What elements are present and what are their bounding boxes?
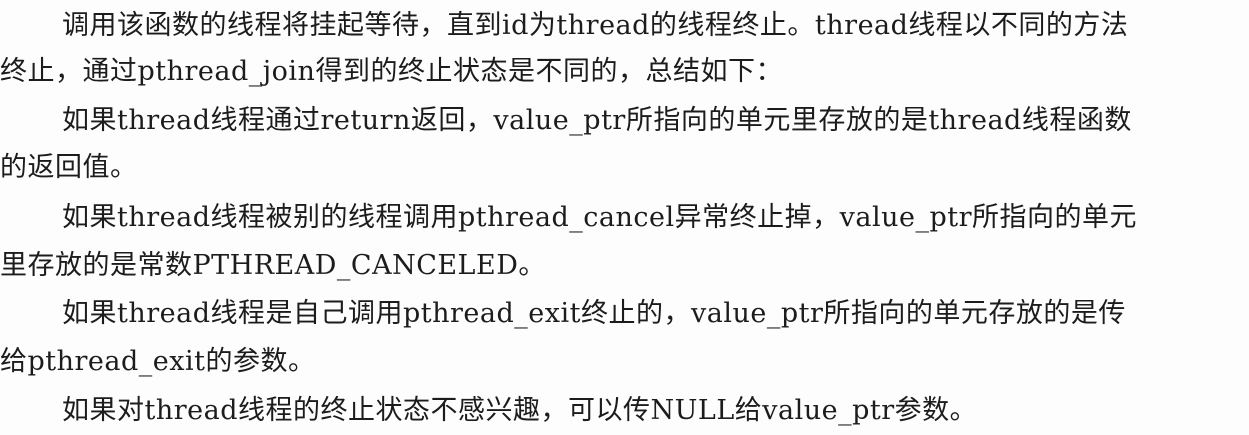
text-line-cancel-case: 如果thread线程被别的线程调用pthread_cancel异常终止掉，val… (62, 202, 1138, 233)
text-line-intro: 调用该函数的线程将挂起等待，直到id为thread的线程终止。thread线程以… (62, 10, 1129, 41)
text-line-exit-case-cont: 给pthread_exit的参数。 (0, 346, 316, 377)
document-page: 调用该函数的线程将挂起等待，直到id为thread的线程终止。thread线程以… (0, 0, 1249, 435)
text-line-exit-case: 如果thread线程是自己调用pthread_exit终止的，value_ptr… (62, 298, 1126, 329)
text-line-intro-cont: 终止，通过pthread_join得到的终止状态是不同的，总结如下： (0, 56, 783, 87)
text-line-return-case: 如果thread线程通过return返回，value_ptr所指向的单元里存放的… (62, 105, 1132, 136)
text-line-null-case: 如果对thread线程的终止状态不感兴趣，可以传NULL给value_ptr参数… (62, 395, 978, 426)
text-line-cancel-case-cont: 里存放的是常数PTHREAD_CANCELED。 (0, 250, 546, 281)
text-line-return-case-cont: 的返回值。 (0, 152, 138, 183)
